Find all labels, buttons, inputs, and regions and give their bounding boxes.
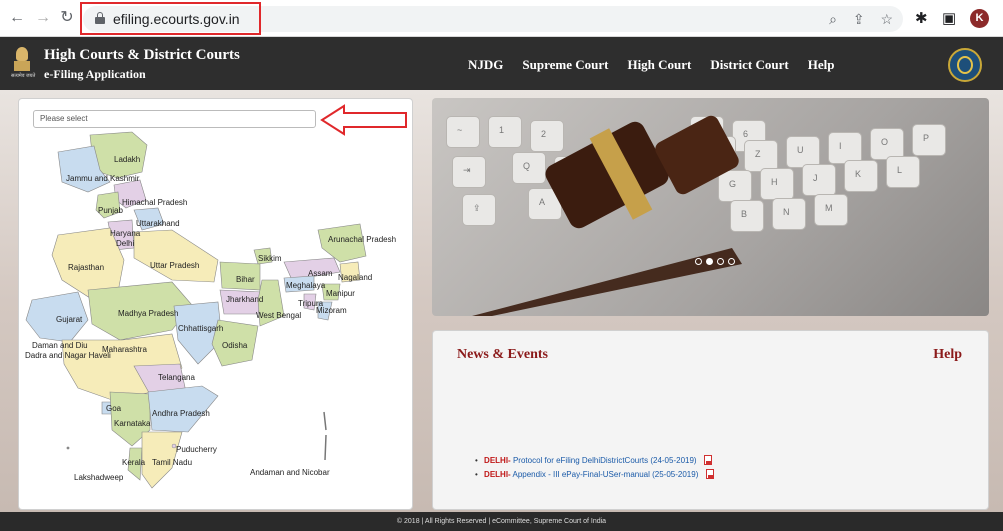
label-goa: Goa bbox=[106, 404, 122, 413]
label-haryana: Haryana bbox=[110, 229, 141, 238]
label-andaman-nicobar: Andaman and Nicobar bbox=[250, 468, 330, 477]
label-punjab: Punjab bbox=[98, 206, 123, 215]
main-nav: NJDG Supreme Court High Court District C… bbox=[468, 57, 853, 73]
emblem-caption: सत्यमेव जयते bbox=[11, 73, 36, 79]
carousel-dot-2[interactable] bbox=[706, 258, 713, 265]
label-mizoram: Mizoram bbox=[316, 306, 347, 315]
label-manipur: Manipur bbox=[326, 289, 355, 298]
label-kerala: Kerala bbox=[122, 458, 146, 467]
label-sikkim: Sikkim bbox=[258, 254, 282, 263]
label-maharashtra: Maharashtra bbox=[102, 345, 147, 354]
site-title: High Courts & District Courts bbox=[44, 47, 240, 63]
label-tamil-nadu: Tamil Nadu bbox=[152, 458, 192, 467]
news-panel: News & Events Help DELHI- Protocol for e… bbox=[432, 330, 989, 510]
map-uttar-pradesh[interactable] bbox=[133, 229, 219, 283]
share-icon[interactable]: ⇪ bbox=[853, 11, 865, 27]
banner-carousel: ~ 1 2 ⇥ Q W ⇪ A 5 6 T Z U I O P G H J K … bbox=[432, 98, 989, 316]
label-daman-diu: Daman and Diu bbox=[32, 341, 88, 350]
news-help-link[interactable]: Help bbox=[933, 347, 962, 363]
carousel-indicators bbox=[695, 258, 735, 265]
zoom-icon[interactable]: ⌕ bbox=[829, 11, 837, 27]
nav-njdg[interactable]: NJDG bbox=[468, 57, 503, 73]
label-madhya-pradesh: Madhya Pradesh bbox=[118, 309, 178, 318]
pdf-icon[interactable] bbox=[703, 455, 712, 465]
news-title: News & Events bbox=[457, 347, 548, 362]
footer: © 2018 | All Rights Reserved | eCommitte… bbox=[0, 512, 1003, 531]
carousel-dot-1[interactable] bbox=[695, 258, 702, 265]
label-meghalaya: Meghalaya bbox=[286, 281, 326, 290]
label-west-bengal: West Bengal bbox=[256, 311, 301, 320]
label-karnataka: Karnataka bbox=[114, 419, 151, 428]
label-assam: Assam bbox=[308, 269, 333, 278]
label-puducherry: Puducherry bbox=[176, 445, 217, 454]
map-andaman-nicobar[interactable] bbox=[323, 411, 327, 461]
court-seal-icon bbox=[948, 48, 982, 82]
bookmark-star-icon[interactable]: ☆ bbox=[880, 11, 893, 27]
label-dadra-nagar-haveli: Dadra and Nagar Haveli bbox=[25, 351, 111, 360]
nav-help[interactable]: Help bbox=[808, 57, 835, 73]
site-subtitle: e-Filing Application bbox=[44, 67, 146, 81]
forward-icon[interactable]: → bbox=[34, 9, 52, 27]
label-odisha: Odisha bbox=[222, 341, 248, 350]
reload-icon[interactable]: ↻ bbox=[58, 9, 76, 27]
label-rajasthan: Rajasthan bbox=[68, 263, 104, 272]
site-header: सत्यमेव जयते High Courts & District Cour… bbox=[0, 37, 1003, 90]
label-arunachal-pradesh: Arunachal Pradesh bbox=[328, 235, 396, 244]
nav-district-court[interactable]: District Court bbox=[710, 57, 788, 73]
news-location: DELHI- bbox=[484, 470, 511, 479]
news-location: DELHI- bbox=[484, 456, 511, 465]
label-jharkhand: Jharkhand bbox=[226, 295, 263, 304]
carousel-dot-3[interactable] bbox=[717, 258, 724, 265]
label-chhattisgarh: Chhattisgarh bbox=[178, 324, 223, 333]
profile-avatar[interactable]: K bbox=[970, 9, 989, 28]
tab-search-icon[interactable]: ▣ bbox=[942, 9, 956, 27]
label-ladakh: Ladakh bbox=[114, 155, 140, 164]
label-lakshadweep: Lakshadweep bbox=[74, 473, 124, 482]
label-gujarat: Gujarat bbox=[56, 315, 83, 324]
label-delhi: Delhi bbox=[116, 239, 134, 248]
extensions-icon[interactable]: ✱ bbox=[915, 9, 928, 27]
gavel-image bbox=[472, 115, 742, 316]
browser-toolbar: ← → ↻ efiling.ecourts.gov.in ⌕ ⇪ ☆ ✱ ▣ K bbox=[0, 0, 1003, 37]
back-icon[interactable]: ← bbox=[8, 9, 26, 27]
url-annotation-box bbox=[80, 2, 261, 35]
national-emblem-icon: सत्यमेव जयते bbox=[11, 47, 36, 81]
label-bihar: Bihar bbox=[236, 275, 255, 284]
news-link[interactable]: Appendix - III ePay-Final-USer-manual (2… bbox=[513, 470, 699, 479]
news-link[interactable]: Protocol for eFiling DelhiDistrictCourts… bbox=[513, 456, 697, 465]
label-uttar-pradesh: Uttar Pradesh bbox=[150, 261, 199, 270]
label-uttarakhand: Uttarakhand bbox=[136, 219, 180, 228]
label-telangana: Telangana bbox=[158, 373, 195, 382]
label-himachal-pradesh: Himachal Pradesh bbox=[122, 198, 187, 207]
map-lakshadweep[interactable] bbox=[66, 446, 70, 450]
pdf-icon[interactable] bbox=[705, 469, 714, 479]
nav-high-court[interactable]: High Court bbox=[627, 57, 691, 73]
news-item[interactable]: DELHI- Appendix - III ePay-Final-USer-ma… bbox=[475, 469, 714, 479]
news-list: DELHI- Protocol for eFiling DelhiDistric… bbox=[475, 455, 714, 483]
state-select[interactable]: Please select bbox=[33, 110, 316, 128]
news-item[interactable]: DELHI- Protocol for eFiling DelhiDistric… bbox=[475, 455, 714, 465]
label-jammu-kashmir: Jammu and Kashmir bbox=[66, 174, 140, 183]
label-nagaland: Nagaland bbox=[338, 273, 372, 282]
nav-supreme-court[interactable]: Supreme Court bbox=[522, 57, 608, 73]
india-map: Ladakh Jammu and Kashmir Himachal Prades… bbox=[25, 131, 396, 489]
carousel-dot-4[interactable] bbox=[728, 258, 735, 265]
label-andhra-pradesh: Andhra Pradesh bbox=[152, 409, 210, 418]
